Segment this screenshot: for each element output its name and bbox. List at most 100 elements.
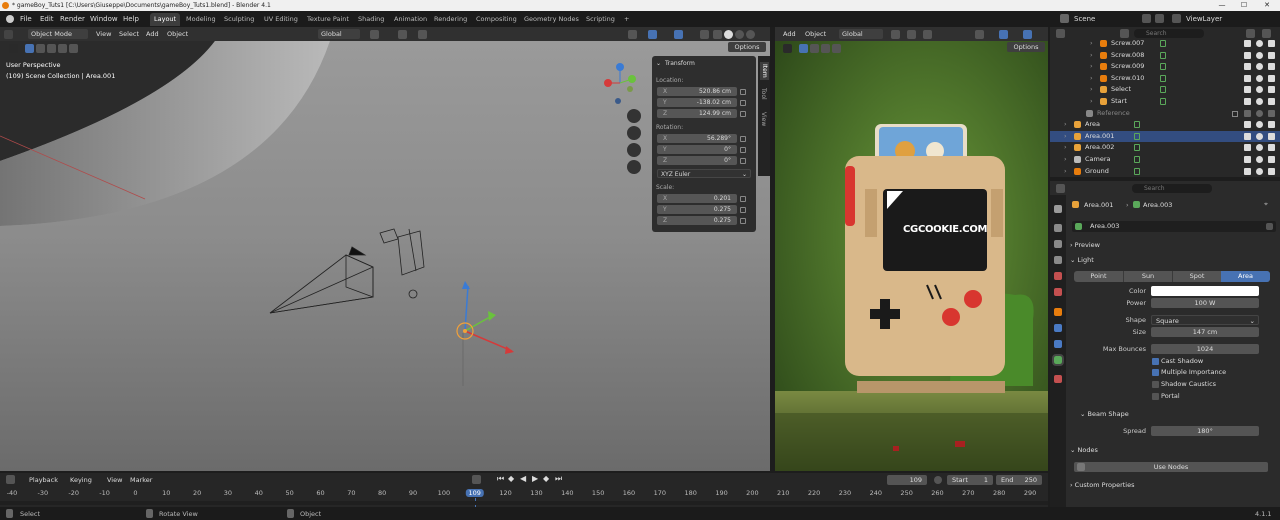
menu-edit[interactable]: Edit bbox=[40, 14, 54, 25]
location-z-field[interactable]: Z 124.99 cm bbox=[657, 109, 737, 118]
lock-icon[interactable] bbox=[740, 136, 746, 142]
select-arrow-icon[interactable] bbox=[1244, 40, 1251, 47]
camera-render-icon[interactable] bbox=[1268, 86, 1275, 94]
eye-icon[interactable] bbox=[1256, 156, 1263, 163]
select-box-icon[interactable] bbox=[25, 44, 34, 53]
select-arrow-icon[interactable] bbox=[1244, 109, 1251, 117]
tab-geometry-nodes[interactable]: Geometry Nodes bbox=[520, 13, 583, 26]
object-data-icon[interactable] bbox=[1134, 144, 1140, 152]
rotation-mode-dropdown[interactable]: XYZ Euler ⌄ bbox=[657, 169, 751, 178]
render-proportional-icon[interactable] bbox=[923, 30, 932, 39]
outliner-row[interactable]: › Start bbox=[1050, 96, 1280, 107]
outliner-row[interactable]: › Ground bbox=[1050, 166, 1280, 177]
tab-compositing[interactable]: Compositing bbox=[472, 13, 521, 26]
datablock-selector[interactable]: Area.003 bbox=[1072, 221, 1276, 232]
select-arrow-icon[interactable] bbox=[1244, 86, 1251, 94]
render-visibility-icon[interactable] bbox=[975, 30, 984, 39]
minimize-button[interactable]: — bbox=[1210, 0, 1234, 11]
select-arrow-icon[interactable] bbox=[1244, 98, 1251, 105]
object-data-icon[interactable] bbox=[1160, 98, 1166, 105]
eye-icon[interactable] bbox=[1256, 51, 1263, 59]
viewlayer-name[interactable]: ViewLayer bbox=[1186, 14, 1222, 25]
filter-funnel-icon[interactable] bbox=[1246, 29, 1255, 38]
expand-arrow-icon[interactable]: › bbox=[1064, 142, 1067, 153]
camera-render-icon[interactable] bbox=[1268, 40, 1275, 47]
power-field[interactable]: 100 W bbox=[1151, 298, 1259, 308]
object-data-icon[interactable] bbox=[1160, 86, 1166, 94]
scale-y-field[interactable]: Y 0.275 bbox=[657, 205, 737, 214]
light-type-spot[interactable]: Spot bbox=[1172, 271, 1221, 282]
tab-item[interactable]: Item bbox=[760, 62, 769, 80]
navigation-gizmo[interactable] bbox=[598, 61, 642, 105]
options-button[interactable]: Options bbox=[728, 42, 766, 52]
tab-sculpting[interactable]: Sculpting bbox=[220, 13, 258, 26]
eye-icon[interactable] bbox=[1256, 63, 1263, 71]
eye-icon[interactable] bbox=[1256, 40, 1263, 47]
object-data-icon[interactable] bbox=[1160, 63, 1166, 71]
lock-icon[interactable] bbox=[740, 147, 746, 153]
gizmo-icon[interactable] bbox=[648, 30, 657, 39]
menu-help[interactable]: Help bbox=[123, 14, 139, 25]
maximize-button[interactable]: ☐ bbox=[1232, 0, 1256, 11]
camera-render-icon[interactable] bbox=[1268, 121, 1275, 129]
blender-menu-icon[interactable] bbox=[6, 15, 14, 23]
menu-window[interactable]: Window bbox=[90, 14, 118, 25]
menu-render[interactable]: Render bbox=[60, 14, 85, 25]
outliner-row[interactable]: › Area.001 bbox=[1050, 130, 1280, 142]
lock-icon[interactable] bbox=[740, 196, 746, 202]
physics-tab-icon[interactable] bbox=[1054, 340, 1062, 348]
snap-icon[interactable] bbox=[398, 30, 407, 39]
camera-render-icon[interactable] bbox=[1268, 74, 1275, 82]
lock-icon[interactable] bbox=[740, 207, 746, 213]
camera-render-icon[interactable] bbox=[1268, 156, 1275, 163]
camera-render-icon[interactable] bbox=[1268, 167, 1275, 175]
shape-dropdown[interactable]: Square ⌄ bbox=[1151, 315, 1259, 325]
mode-dropdown[interactable]: Object Mode bbox=[28, 29, 88, 39]
outliner-row[interactable]: › Screw.009 bbox=[1050, 61, 1280, 72]
select-arrow-icon[interactable] bbox=[1244, 156, 1251, 163]
lock-icon[interactable] bbox=[740, 100, 746, 106]
select-arrow-icon[interactable] bbox=[1244, 132, 1251, 140]
outliner-row[interactable]: › Screw.008 bbox=[1050, 50, 1280, 61]
eye-icon[interactable] bbox=[1256, 86, 1263, 94]
camera-render-icon[interactable] bbox=[1268, 98, 1275, 105]
expand-arrow-icon[interactable]: › bbox=[1090, 96, 1093, 107]
render-menu-add[interactable]: Add bbox=[783, 29, 796, 39]
eye-icon[interactable] bbox=[1256, 109, 1263, 117]
tab-tool[interactable]: Tool bbox=[760, 88, 767, 100]
light-data-tab-icon[interactable] bbox=[1052, 354, 1064, 366]
camera-render-icon[interactable] bbox=[1268, 132, 1275, 140]
tool-tab-icon[interactable] bbox=[1054, 205, 1062, 213]
location-x-field[interactable]: X 520.86 cm bbox=[657, 87, 737, 96]
cast-shadow-checkbox[interactable] bbox=[1152, 358, 1159, 365]
rotation-x-field[interactable]: X 56.289° bbox=[657, 134, 737, 143]
select-arrow-icon[interactable] bbox=[1244, 51, 1251, 59]
panel-collapse-icon[interactable]: ⌄ bbox=[656, 60, 661, 67]
lock-icon[interactable] bbox=[740, 89, 746, 95]
zoom-icon[interactable] bbox=[627, 109, 641, 123]
select-intersect-icon[interactable] bbox=[69, 44, 78, 53]
eye-icon[interactable] bbox=[1256, 144, 1263, 152]
tab-view[interactable]: View bbox=[760, 112, 767, 126]
render-tab-icon[interactable] bbox=[1054, 224, 1062, 232]
camera-render-icon[interactable] bbox=[1268, 109, 1275, 117]
fake-user-icon[interactable] bbox=[1266, 223, 1273, 230]
select-arrow-icon[interactable] bbox=[1244, 167, 1251, 175]
outliner-editor-icon[interactable] bbox=[1056, 29, 1065, 38]
pan-hand-icon[interactable] bbox=[627, 126, 641, 140]
output-tab-icon[interactable] bbox=[1054, 240, 1062, 248]
select-subtract-icon[interactable] bbox=[47, 44, 56, 53]
render-select-invert-icon[interactable] bbox=[832, 44, 841, 53]
new-scene-icon[interactable] bbox=[1142, 14, 1151, 23]
datablock-name[interactable]: Area.003 bbox=[1090, 222, 1119, 230]
menu-select[interactable]: Select bbox=[119, 29, 139, 39]
outliner-row[interactable]: › Area bbox=[1050, 119, 1280, 130]
render-menu-object[interactable]: Object bbox=[805, 29, 826, 39]
properties-editor-icon[interactable] bbox=[1056, 184, 1065, 193]
proportional-icon[interactable] bbox=[418, 30, 427, 39]
select-invert-icon[interactable] bbox=[58, 44, 67, 53]
expand-arrow-icon[interactable]: › bbox=[1064, 131, 1067, 142]
render-play-icon[interactable] bbox=[783, 44, 792, 53]
rendered-shading-icon[interactable] bbox=[746, 30, 755, 39]
size-field[interactable]: 147 cm bbox=[1151, 327, 1259, 337]
